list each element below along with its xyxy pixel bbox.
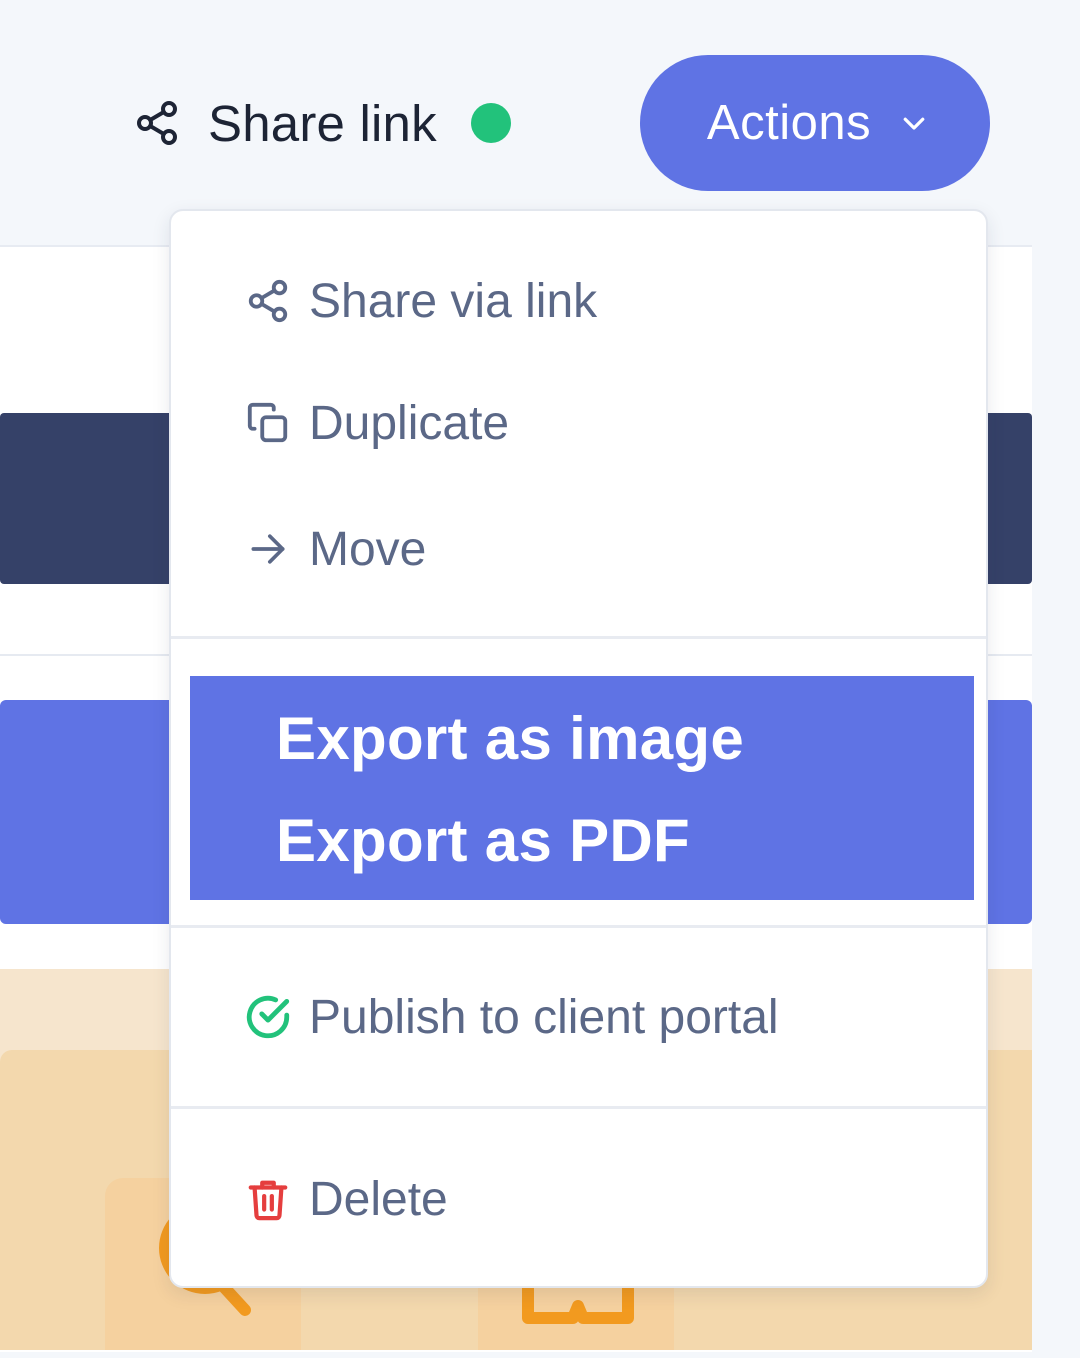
menu-item-publish-to-client-portal[interactable]: Publish to client portal [171, 985, 986, 1049]
share-link-toggle[interactable]: Share link [132, 92, 511, 154]
arrow-right-icon [243, 524, 293, 574]
menu-item-label: Duplicate [309, 396, 510, 450]
menu-item-export-image[interactable]: Export as image [276, 704, 744, 773]
menu-item-label: Share via link [309, 274, 598, 328]
share-status-indicator [470, 103, 511, 143]
chevron-down-icon [897, 106, 931, 140]
export-options-group: Export as image Export as PDF [190, 676, 974, 900]
share-icon [132, 98, 182, 148]
actions-label: Actions [706, 96, 872, 150]
actions-dropdown-menu: Share via link Duplicate Move Export as … [169, 209, 988, 1288]
menu-item-duplicate[interactable]: Duplicate [171, 391, 986, 455]
menu-item-delete[interactable]: Delete [171, 1167, 986, 1231]
actions-button[interactable]: Actions [640, 55, 990, 191]
menu-item-label: Publish to client portal [309, 990, 779, 1044]
menu-divider [171, 1106, 986, 1109]
menu-item-label: Move [309, 522, 427, 576]
menu-item-export-pdf[interactable]: Export as PDF [276, 806, 690, 875]
menu-divider [171, 636, 986, 639]
menu-divider [171, 925, 986, 928]
menu-item-share-via-link[interactable]: Share via link [171, 269, 986, 333]
trash-icon [243, 1174, 293, 1224]
share-icon [243, 276, 293, 326]
share-link-label: Share link [208, 94, 437, 152]
copy-icon [243, 398, 293, 448]
menu-item-move[interactable]: Move [171, 517, 986, 581]
menu-item-label: Delete [309, 1172, 448, 1226]
check-circle-icon [243, 992, 293, 1042]
